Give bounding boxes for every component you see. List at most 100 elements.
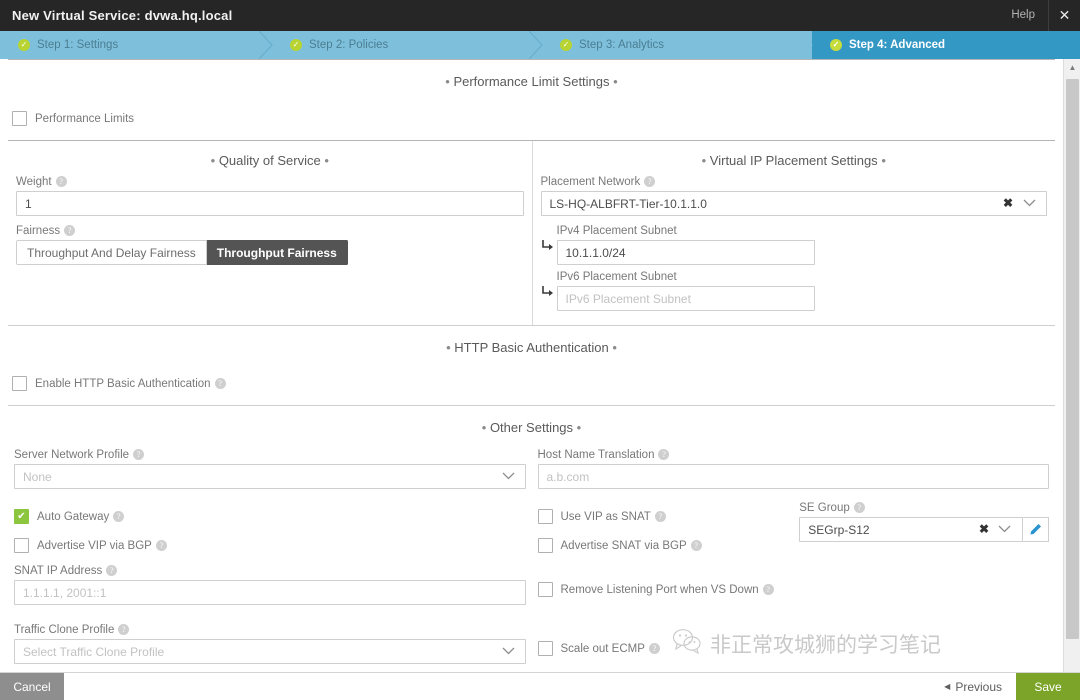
edit-se-group-button[interactable] xyxy=(1023,517,1049,542)
host-name-translation-input[interactable] xyxy=(538,464,1050,489)
help-icon[interactable]: ? xyxy=(113,511,124,522)
help-icon[interactable]: ? xyxy=(118,624,129,635)
other-mid-col-2: Use VIP as SNAT? Advertise SNAT via BGP? xyxy=(532,502,794,553)
wizard-step-4-label: Step 4: Advanced xyxy=(849,39,945,51)
server-network-profile-field: Server Network Profile? xyxy=(14,449,526,489)
scale-out-ecmp-row[interactable]: Scale out ECMP? xyxy=(538,641,1050,656)
fairness-option-throughput-and-delay[interactable]: Throughput And Delay Fairness xyxy=(16,240,207,265)
remove-listening-port-row[interactable]: Remove Listening Port when VS Down? xyxy=(538,582,1050,597)
help-icon[interactable]: ? xyxy=(106,565,117,576)
advertise-snat-bgp-row[interactable]: Advertise SNAT via BGP? xyxy=(538,538,788,553)
ipv6-subnet-body: IPv6 Placement Subnet xyxy=(557,271,1048,311)
bullet-icon: • xyxy=(577,420,582,435)
sub-arrow-icon xyxy=(541,271,557,297)
fairness-label: Fairness? xyxy=(16,225,524,237)
clear-icon[interactable]: ✖ xyxy=(979,522,989,536)
advertise-vip-bgp-row[interactable]: Advertise VIP via BGP? xyxy=(14,538,526,553)
wizard-step-2-label: Step 2: Policies xyxy=(309,39,388,51)
auto-gateway-row[interactable]: ✔ Auto Gateway? xyxy=(14,509,526,524)
advertise-vip-bgp-checkbox[interactable] xyxy=(14,538,29,553)
snat-ip-input[interactable] xyxy=(14,580,526,605)
ipv6-subnet-label: IPv6 Placement Subnet xyxy=(557,271,1048,283)
help-icon[interactable]: ? xyxy=(691,540,702,551)
use-vip-as-snat-row[interactable]: Use VIP as SNAT? xyxy=(538,509,788,524)
weight-input[interactable] xyxy=(16,191,524,216)
ipv4-subnet-input[interactable] xyxy=(557,240,815,265)
se-group-input[interactable] xyxy=(799,517,1023,542)
wizard-step-1[interactable]: ✓ Step 1: Settings xyxy=(0,31,272,59)
wizard-step-2[interactable]: ✓ Step 2: Policies xyxy=(272,31,542,59)
section-title-qos: Quality of Service xyxy=(219,153,321,168)
scale-out-ecmp-label: Scale out ECMP? xyxy=(561,643,660,655)
performance-limits-checkbox[interactable] xyxy=(12,111,27,126)
snat-ip-field: SNAT IP Address? xyxy=(14,565,526,605)
chevron-down-icon[interactable] xyxy=(998,521,1011,537)
previous-button[interactable]: ◀ Previous xyxy=(930,673,1016,700)
cancel-button[interactable]: Cancel xyxy=(0,673,64,700)
fairness-toggle-group: Throughput And Delay Fairness Throughput… xyxy=(16,240,348,265)
help-icon[interactable]: ? xyxy=(215,378,226,389)
scale-out-ecmp-checkbox[interactable] xyxy=(538,641,553,656)
scrollbar-thumb[interactable] xyxy=(1066,79,1079,639)
help-icon[interactable]: ? xyxy=(64,225,75,236)
performance-limits-label: Performance Limits xyxy=(35,113,134,125)
form-body: • Performance Limit Settings • Performan… xyxy=(0,59,1080,700)
other-right-col-3: Remove Listening Port when VS Down? xyxy=(532,565,1056,614)
scroll-up-icon[interactable]: ▲ xyxy=(1064,59,1080,76)
help-icon[interactable]: ? xyxy=(156,540,167,551)
vip-panel-body: Placement Network? ✖ xyxy=(533,176,1056,325)
save-button[interactable]: Save xyxy=(1016,673,1080,700)
other-left-col-2: ✔ Auto Gateway? Advertise VIP via BGP? xyxy=(8,502,532,553)
vertical-scrollbar[interactable]: ▲ ▼ xyxy=(1063,59,1080,700)
help-icon[interactable]: ? xyxy=(658,449,669,460)
qos-panel: • Quality of Service • Weight? xyxy=(8,141,532,325)
other-right-col-4: Scale out ECMP? xyxy=(532,624,1056,673)
wizard-step-3[interactable]: ✓ Step 3: Analytics xyxy=(542,31,812,59)
auto-gateway-checkbox[interactable]: ✔ xyxy=(14,509,29,524)
chevron-down-icon[interactable] xyxy=(1023,195,1036,211)
snat-ip-label: SNAT IP Address? xyxy=(14,565,526,577)
use-vip-as-snat-checkbox[interactable] xyxy=(538,509,553,524)
bullet-icon: • xyxy=(445,74,450,89)
enable-http-basic-auth-checkbox[interactable] xyxy=(12,376,27,391)
remove-listening-port-checkbox[interactable] xyxy=(538,582,553,597)
help-icon[interactable]: ? xyxy=(649,643,660,654)
ipv6-subnet-input[interactable] xyxy=(557,286,815,311)
help-icon[interactable]: ? xyxy=(133,449,144,460)
chevron-right-icon xyxy=(529,31,543,59)
help-icon[interactable]: ? xyxy=(763,584,774,595)
ipv4-subnet-body: IPv4 Placement Subnet xyxy=(557,225,1048,265)
fairness-option-throughput[interactable]: Throughput Fairness xyxy=(207,240,348,265)
clear-icon[interactable]: ✖ xyxy=(1003,196,1013,210)
advertise-snat-bgp-label: Advertise SNAT via BGP? xyxy=(561,540,702,552)
traffic-clone-profile-input[interactable] xyxy=(14,639,526,664)
chevron-down-icon[interactable] xyxy=(502,643,515,659)
traffic-clone-profile-select[interactable] xyxy=(14,639,526,664)
server-network-profile-select[interactable] xyxy=(14,464,526,489)
close-icon[interactable]: ✕ xyxy=(1049,0,1080,31)
help-icon[interactable]: ? xyxy=(854,502,865,513)
help-icon[interactable]: ? xyxy=(56,176,67,187)
performance-limits-row[interactable]: Performance Limits xyxy=(12,111,1051,126)
placement-network-select[interactable]: ✖ xyxy=(541,191,1048,216)
ipv6-placement-subnet-field: IPv6 Placement Subnet xyxy=(541,271,1048,311)
enable-http-basic-auth-row[interactable]: Enable HTTP Basic Authentication? xyxy=(12,376,1051,391)
weight-label: Weight? xyxy=(16,176,524,188)
wizard-step-4[interactable]: ✓ Step 4: Advanced xyxy=(812,31,1080,59)
virtual-service-wizard-window: New Virtual Service: dvwa.hq.local Help … xyxy=(0,0,1080,700)
fairness-field: Fairness? Throughput And Delay Fairness … xyxy=(16,225,524,265)
placement-network-label: Placement Network? xyxy=(541,176,1048,188)
se-group-select[interactable]: ✖ xyxy=(799,517,1049,542)
chevron-down-icon[interactable] xyxy=(502,468,515,484)
help-icon[interactable]: ? xyxy=(644,176,655,187)
help-link[interactable]: Help xyxy=(998,0,1048,31)
bullet-icon: • xyxy=(612,340,617,355)
server-network-profile-input[interactable] xyxy=(14,464,526,489)
help-icon[interactable]: ? xyxy=(655,511,666,522)
bullet-icon: • xyxy=(881,153,886,168)
advertise-snat-bgp-checkbox[interactable] xyxy=(538,538,553,553)
qos-panel-body: Weight? Fairness? Throughput And Delay F… xyxy=(8,176,532,288)
other-right-col-2: SE Group? ✖ xyxy=(793,502,1055,553)
placement-network-input[interactable] xyxy=(541,191,1048,216)
footer-spacer xyxy=(64,673,930,700)
